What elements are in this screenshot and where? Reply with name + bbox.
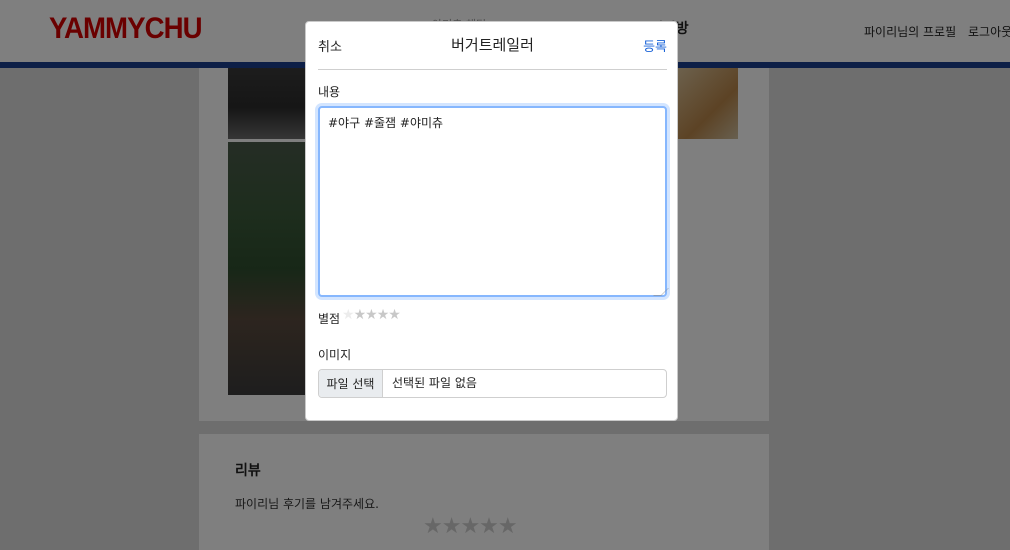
cancel-button[interactable]: 취소 — [318, 36, 342, 55]
file-status-text: 선택된 파일 없음 — [392, 376, 477, 390]
star-icon[interactable]: ★ — [365, 307, 378, 323]
rating-label: 별점 — [318, 312, 341, 326]
modal-header: 버거트레일러 취소 등록 — [318, 22, 667, 70]
star-rating[interactable]: ★★★★★ — [342, 307, 401, 323]
submit-button[interactable]: 등록 — [643, 36, 667, 55]
star-icon[interactable]: ★ — [342, 307, 355, 323]
star-icon[interactable]: ★ — [377, 307, 390, 323]
choose-file-button[interactable]: 파일 선택 — [319, 370, 383, 397]
content-textarea[interactable]: #야구 #줄잼 #야미츄 — [318, 106, 667, 297]
content-label: 내용 — [318, 85, 341, 99]
image-file-input[interactable]: 파일 선택 선택된 파일 없음 — [318, 369, 667, 398]
review-modal: 버거트레일러 취소 등록 내용 #야구 #줄잼 #야미츄 별점 ★★★★★ 이미… — [305, 21, 678, 421]
image-label: 이미지 — [318, 348, 352, 362]
star-icon[interactable]: ★ — [388, 307, 401, 323]
modal-title: 버거트레일러 — [451, 36, 534, 54]
star-icon[interactable]: ★ — [354, 307, 367, 323]
